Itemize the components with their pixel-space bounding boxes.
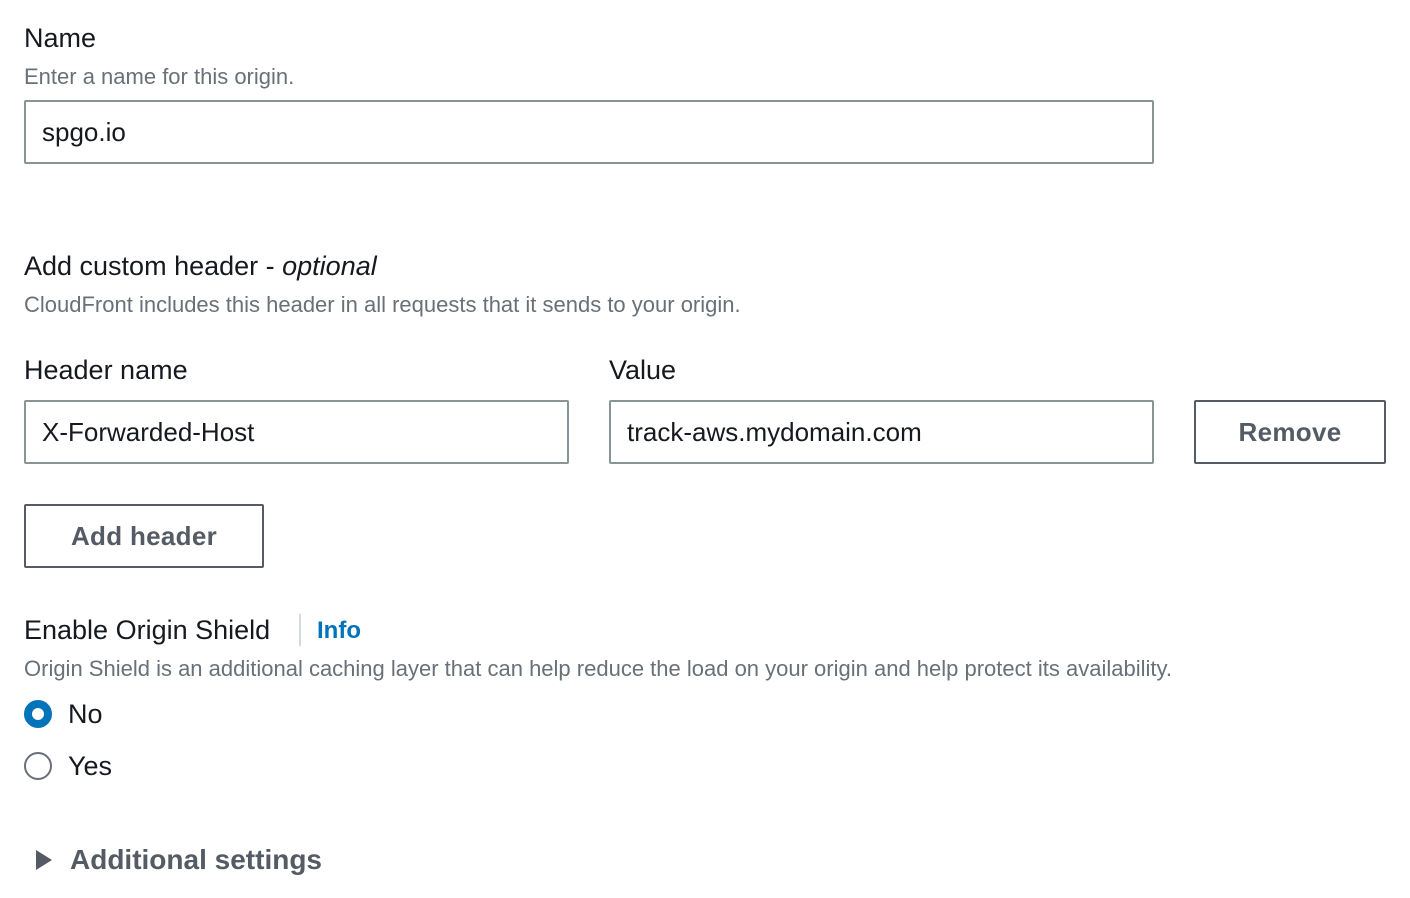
caret-right-icon[interactable] <box>36 850 52 870</box>
remove-header-button[interactable]: Remove <box>1194 400 1386 464</box>
label-divider <box>299 614 301 646</box>
additional-settings-toggle[interactable]: Additional settings <box>70 843 322 877</box>
header-value-label: Value <box>609 355 677 385</box>
custom-header-description: CloudFront includes this header in all r… <box>24 292 741 317</box>
header-name-label: Header name <box>24 355 188 385</box>
custom-header-optional: optional <box>282 251 377 281</box>
custom-header-title: Add custom header - optional <box>24 250 377 282</box>
origin-shield-no-label[interactable]: No <box>68 698 103 730</box>
origin-shield-label: Enable Origin Shield <box>24 615 271 645</box>
origin-shield-no-radio[interactable] <box>24 700 52 728</box>
origin-shield-yes-label[interactable]: Yes <box>68 750 112 782</box>
origin-shield-info-link[interactable]: Info <box>317 615 361 647</box>
add-header-button[interactable]: Add header <box>24 504 264 568</box>
custom-header-title-text: Add custom header - <box>24 251 283 281</box>
name-description: Enter a name for this origin. <box>24 64 295 89</box>
header-name-input[interactable] <box>24 400 569 464</box>
header-value-input[interactable] <box>609 400 1154 464</box>
origin-shield-description: Origin Shield is an additional caching l… <box>24 656 1172 681</box>
name-input[interactable] <box>24 100 1154 164</box>
origin-shield-yes-radio[interactable] <box>24 752 52 780</box>
name-label: Name <box>24 23 97 53</box>
